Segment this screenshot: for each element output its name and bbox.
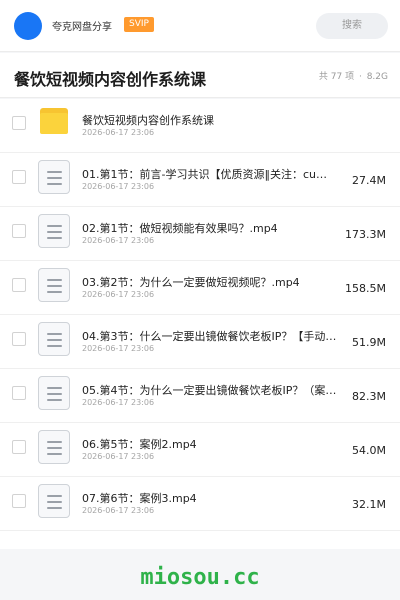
item-size: 82.3M: [352, 390, 386, 403]
list-item[interactable]: 05.第4节：为什么一定要出镜做餐饮老板IP？（案… 2026-06-17 23…: [0, 369, 400, 423]
item-date: 2026-06-17 23:06: [82, 398, 155, 407]
item-count: 共 77 项: [318, 72, 355, 82]
item-name: 06.第5节：案例2.mp4: [82, 438, 197, 451]
file-list: 餐饮短视频内容创作系统课 2026-06-17 23:06 01.第1节：前言-…: [0, 99, 400, 549]
document-icon: [38, 484, 70, 518]
page-title: 餐饮短视频内容创作系统课: [14, 70, 207, 89]
item-date: 2026-06-17 23:06: [82, 290, 155, 299]
document-icon: [38, 322, 70, 356]
select-checkbox[interactable]: [12, 170, 26, 184]
select-checkbox[interactable]: [12, 440, 26, 454]
item-size: 27.4M: [352, 174, 386, 187]
item-size: 173.3M: [345, 228, 386, 241]
item-date: 2026-06-17 23:06: [82, 128, 155, 137]
list-item[interactable]: 06.第5节：案例2.mp4 2026-06-17 23:06 54.0M: [0, 423, 400, 477]
folder-icon: [40, 108, 68, 134]
list-item[interactable]: 03.第2节：为什么一定要做短视频呢？.mp4 2026-06-17 23:06…: [0, 261, 400, 315]
item-size: 32.1M: [352, 498, 386, 511]
item-name: 03.第2节：为什么一定要做短视频呢？.mp4: [82, 276, 300, 289]
top-bar: 夸克网盘分享 SVIP 搜索: [0, 0, 400, 52]
list-item[interactable]: 餐饮短视频内容创作系统课 2026-06-17 23:06: [0, 99, 400, 153]
item-date: 2026-06-17 23:06: [82, 344, 155, 353]
item-name: 餐饮短视频内容创作系统课: [82, 114, 214, 127]
select-checkbox[interactable]: [12, 224, 26, 238]
select-checkbox[interactable]: [12, 332, 26, 346]
document-icon: [38, 160, 70, 194]
list-item[interactable]: 07.第6节：案例3.mp4 2026-06-17 23:06 32.1M: [0, 477, 400, 531]
watermark-text: miosou.cc: [140, 565, 260, 590]
brand-name: 夸克网盘分享: [52, 22, 112, 33]
folder-title-bar: 餐饮短视频内容创作系统课 共 77 项 · 8.2G: [0, 53, 400, 98]
item-date: 2026-06-17 23:06: [82, 236, 155, 245]
svip-badge: SVIP: [124, 17, 154, 32]
folder-meta: 共 77 项 · 8.2G: [317, 69, 388, 82]
search-button[interactable]: 搜索: [316, 13, 388, 39]
list-item[interactable]: 02.第1节：做短视频能有效果吗？.mp4 2026-06-17 23:06 1…: [0, 207, 400, 261]
total-size: 8.2G: [366, 72, 388, 82]
document-icon: [38, 376, 70, 410]
meta-separator: ·: [358, 72, 362, 82]
select-checkbox[interactable]: [12, 116, 26, 130]
item-name: 05.第4节：为什么一定要出镜做餐饮老板IP？（案…: [82, 384, 337, 397]
avatar[interactable]: [14, 12, 42, 40]
document-icon: [38, 214, 70, 248]
item-date: 2026-06-17 23:06: [82, 506, 155, 515]
item-date: 2026-06-17 23:06: [82, 452, 155, 461]
item-name: 02.第1节：做短视频能有效果吗？.mp4: [82, 222, 278, 235]
select-checkbox[interactable]: [12, 494, 26, 508]
document-icon: [38, 430, 70, 464]
item-name: 07.第6节：案例3.mp4: [82, 492, 197, 505]
list-item[interactable]: 04.第3节：什么一定要出镜做餐饮老板IP？【手动… 2026-06-17 23…: [0, 315, 400, 369]
item-size: 54.0M: [352, 444, 386, 457]
item-date: 2026-06-17 23:06: [82, 182, 155, 191]
item-size: 158.5M: [345, 282, 386, 295]
list-item[interactable]: 01.第1节：前言-学习共识【优质资源‖关注：cu… 2026-06-17 23…: [0, 153, 400, 207]
item-name: 01.第1节：前言-学习共识【优质资源‖关注：cu…: [82, 168, 327, 181]
select-checkbox[interactable]: [12, 278, 26, 292]
item-size: 51.9M: [352, 336, 386, 349]
select-checkbox[interactable]: [12, 386, 26, 400]
document-icon: [38, 268, 70, 302]
item-name: 04.第3节：什么一定要出镜做餐饮老板IP？【手动…: [82, 330, 337, 343]
